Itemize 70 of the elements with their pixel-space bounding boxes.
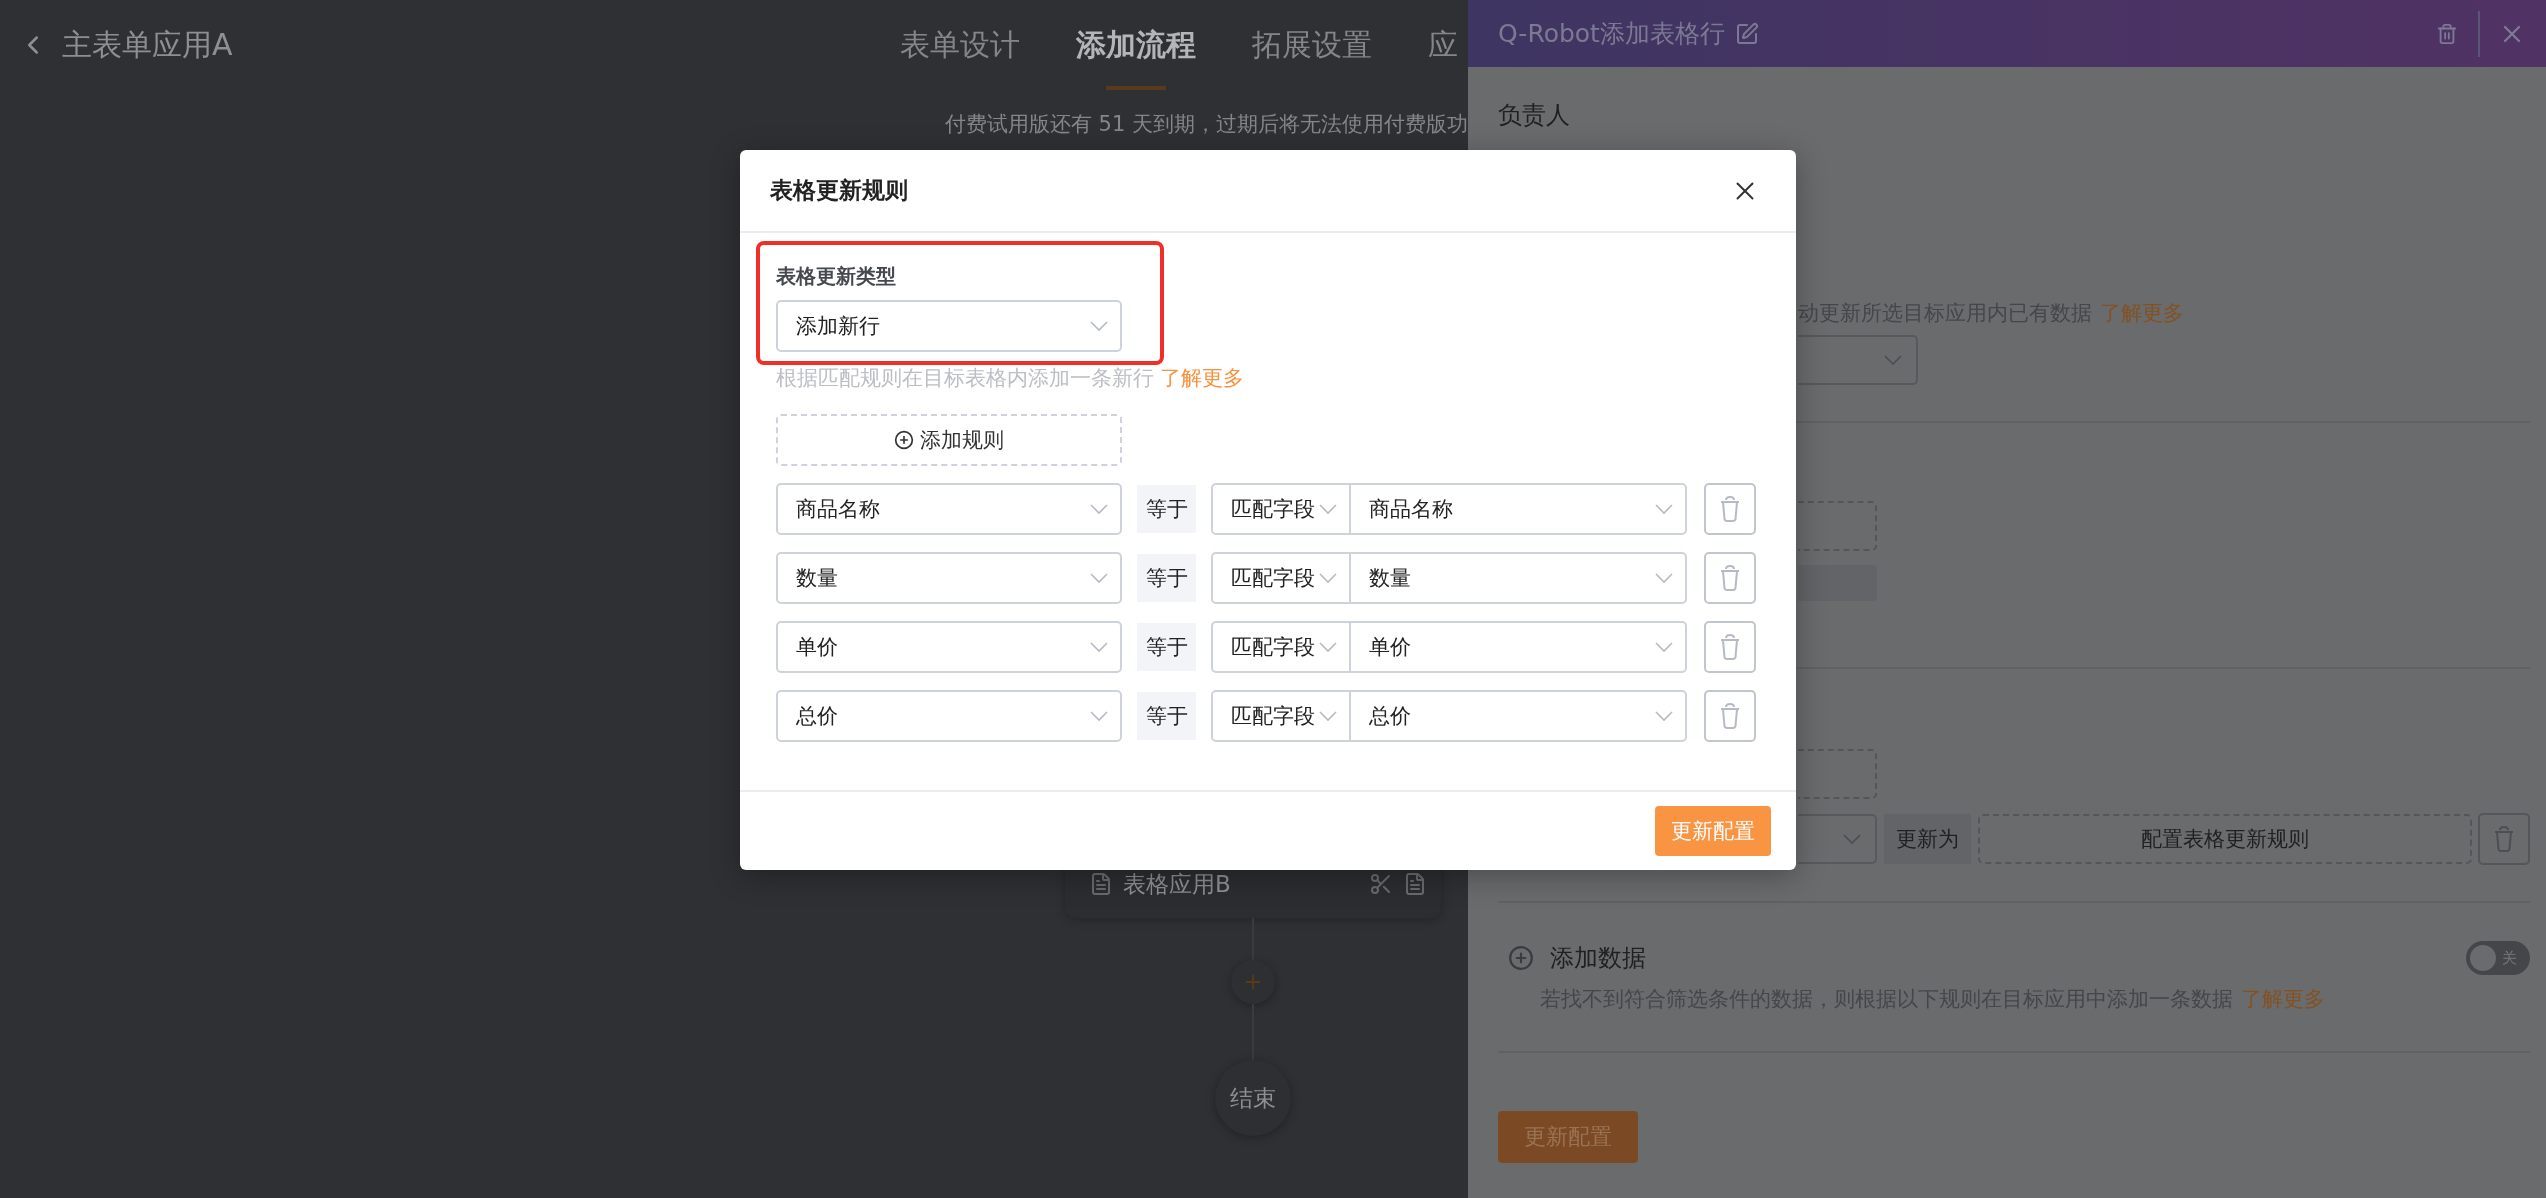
nav-tab[interactable]: 拓展设置 <box>1252 0 1372 90</box>
chevron-down-icon <box>1655 503 1673 515</box>
chevron-down-icon <box>1090 320 1108 332</box>
value-select[interactable]: 总价 <box>1349 690 1687 742</box>
trash-icon <box>1719 495 1741 523</box>
trial-notice: 付费试用版还有 51 天到期，过期后将无法使用付费版功 <box>944 111 1468 138</box>
section-title: 添加数据 <box>1550 943 1646 974</box>
nav-tab[interactable]: 应 <box>1428 0 1458 90</box>
match-type-select[interactable]: 匹配字段 <box>1211 483 1351 535</box>
nav-tab[interactable]: 表单设计 <box>900 0 1020 90</box>
chevron-down-icon <box>1843 833 1861 845</box>
delete-button[interactable] <box>1704 552 1756 604</box>
operator-label: 等于 <box>1137 485 1196 533</box>
operator-label: 等于 <box>1137 692 1196 740</box>
chevron-down-icon <box>1319 710 1337 722</box>
scissors-icon[interactable] <box>1369 872 1393 896</box>
section-label: 负责人 <box>1498 100 1570 131</box>
node-title: 表格应用B <box>1123 869 1231 899</box>
delete-button[interactable] <box>1704 621 1756 673</box>
chevron-down-icon <box>1090 503 1108 515</box>
select-field[interactable] <box>1798 335 1918 385</box>
add-step-button[interactable] <box>1231 960 1275 1004</box>
chevron-down-icon <box>1090 710 1108 722</box>
field-select[interactable]: 数量 <box>776 552 1122 604</box>
chevron-down-icon <box>1319 641 1337 653</box>
trash-icon <box>1719 564 1741 592</box>
chevron-down-icon <box>1319 572 1337 584</box>
drawer-title: Q-Robot添加表格行 <box>1498 18 1725 50</box>
chevron-down-icon <box>1090 572 1108 584</box>
dashed-field[interactable] <box>1798 501 1877 551</box>
field-select[interactable]: 商品名称 <box>776 483 1122 535</box>
type-select[interactable]: 添加新行 <box>776 300 1122 352</box>
operator-label: 等于 <box>1137 554 1196 602</box>
value-select[interactable]: 商品名称 <box>1349 483 1687 535</box>
trash-icon <box>2493 825 2515 853</box>
field-label: 表格更新类型 <box>776 263 896 290</box>
add-circle-icon <box>894 430 914 450</box>
delete-button[interactable] <box>1704 690 1756 742</box>
document-icon <box>1089 872 1113 896</box>
delete-button[interactable] <box>2478 813 2530 865</box>
add-rule-button[interactable]: 添加规则 <box>776 414 1122 466</box>
match-type-select[interactable]: 匹配字段 <box>1211 621 1351 673</box>
chevron-down-icon <box>1655 710 1673 722</box>
chevron-down-icon <box>1655 641 1673 653</box>
match-type-select[interactable]: 匹配字段 <box>1211 552 1351 604</box>
dashed-field[interactable] <box>1798 749 1877 799</box>
operator-label: 等于 <box>1137 623 1196 671</box>
value-select[interactable]: 单价 <box>1349 621 1687 673</box>
delete-button[interactable] <box>1704 483 1756 535</box>
dialog-title: 表格更新规则 <box>770 176 908 205</box>
trash-icon <box>1719 633 1741 661</box>
end-node: 结束 <box>1215 1060 1291 1136</box>
hint-text: 根据匹配规则在目标表格内添加一条新行 <box>776 365 1154 392</box>
field-select[interactable]: 单价 <box>776 621 1122 673</box>
match-type-select[interactable]: 匹配字段 <box>1211 690 1351 742</box>
field-select[interactable]: 总价 <box>776 690 1122 742</box>
operator-label: 更新为 <box>1884 814 1971 864</box>
chevron-down-icon <box>1655 572 1673 584</box>
add-circle-icon <box>1508 945 1534 971</box>
chevron-down-icon <box>1090 641 1108 653</box>
chevron-down-icon <box>1884 354 1902 366</box>
trash-icon <box>1719 702 1741 730</box>
value-select[interactable]: 数量 <box>1349 552 1687 604</box>
nav-tab[interactable]: 添加流程 <box>1076 0 1196 90</box>
document-icon[interactable] <box>1403 872 1427 896</box>
app-title: 主表单应用A <box>62 25 233 64</box>
edit-icon[interactable] <box>1734 21 1759 46</box>
delete-icon[interactable] <box>2436 22 2458 45</box>
select-field[interactable] <box>1798 814 1877 864</box>
chevron-down-icon <box>1319 503 1337 515</box>
